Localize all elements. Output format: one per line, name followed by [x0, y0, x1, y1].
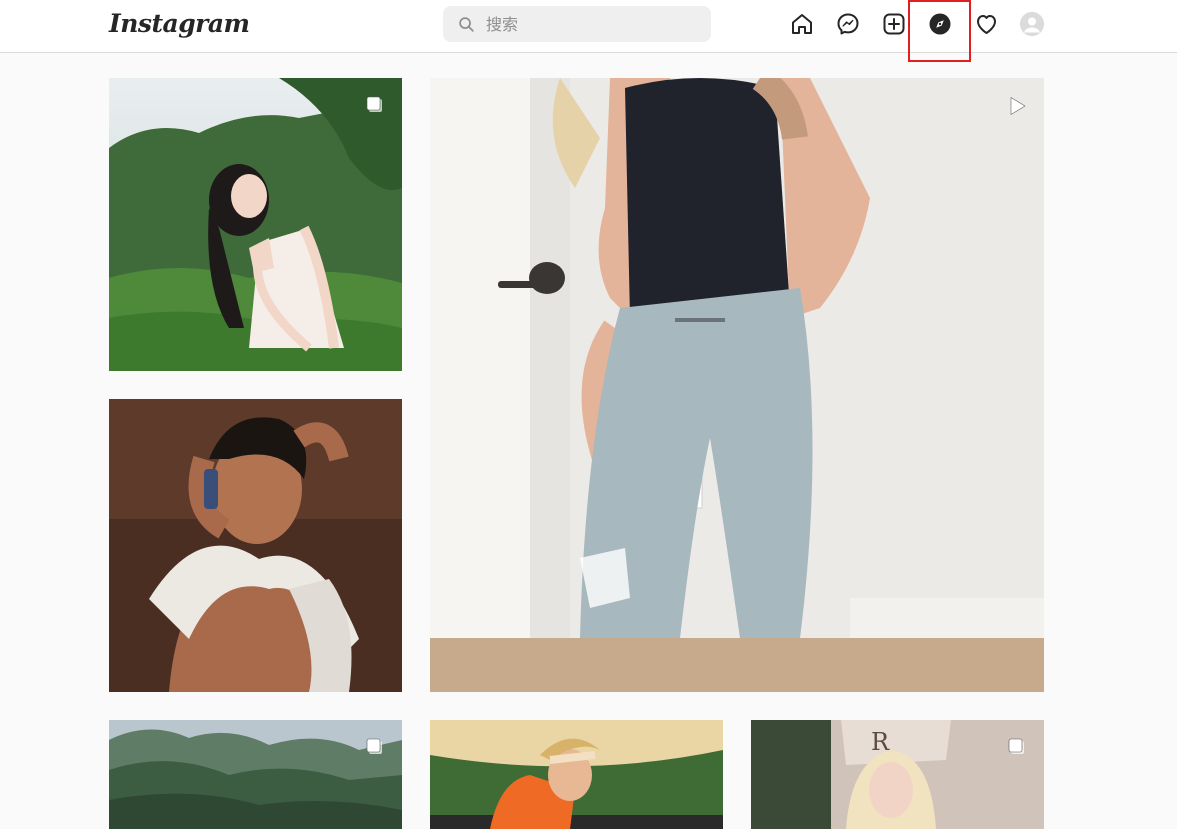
post-blonde-woman-cafe[interactable]: R	[751, 720, 1044, 829]
search-icon	[459, 17, 474, 32]
default-avatar-icon	[1020, 12, 1044, 36]
activity-heart-icon	[976, 15, 996, 34]
messenger-icon	[837, 13, 859, 35]
carousel-icon	[366, 738, 382, 754]
carousel-icon	[366, 96, 382, 112]
profile-avatar[interactable]	[1020, 12, 1044, 36]
explore-compass-icon	[929, 13, 951, 35]
home-button[interactable]	[789, 11, 815, 37]
post-image	[430, 78, 1044, 692]
post-image: R	[751, 720, 1044, 829]
instagram-logo[interactable]: Instagram	[109, 9, 250, 38]
post-man-towel-phone[interactable]	[109, 399, 402, 692]
search-box[interactable]	[443, 6, 711, 42]
post-girl-white-dress[interactable]	[109, 78, 402, 371]
post-image	[109, 720, 402, 829]
new-post-button[interactable]	[881, 11, 907, 37]
explore-button[interactable]	[927, 11, 953, 37]
post-selfie-black-top-jeans[interactable]	[430, 78, 1044, 692]
post-woman-orange-umbrella[interactable]	[430, 720, 723, 829]
messenger-button[interactable]	[835, 11, 861, 37]
post-image	[109, 78, 402, 371]
top-navigation-bar: Instagram	[0, 0, 1177, 53]
new-post-icon	[883, 13, 905, 35]
carousel-icon	[1008, 738, 1024, 754]
post-image	[430, 720, 723, 829]
search-input[interactable]	[486, 6, 701, 42]
activity-button[interactable]	[973, 11, 999, 37]
reel-play-icon	[1010, 96, 1026, 116]
post-image	[109, 399, 402, 692]
home-icon	[792, 14, 812, 34]
post-mountains[interactable]	[109, 720, 402, 829]
